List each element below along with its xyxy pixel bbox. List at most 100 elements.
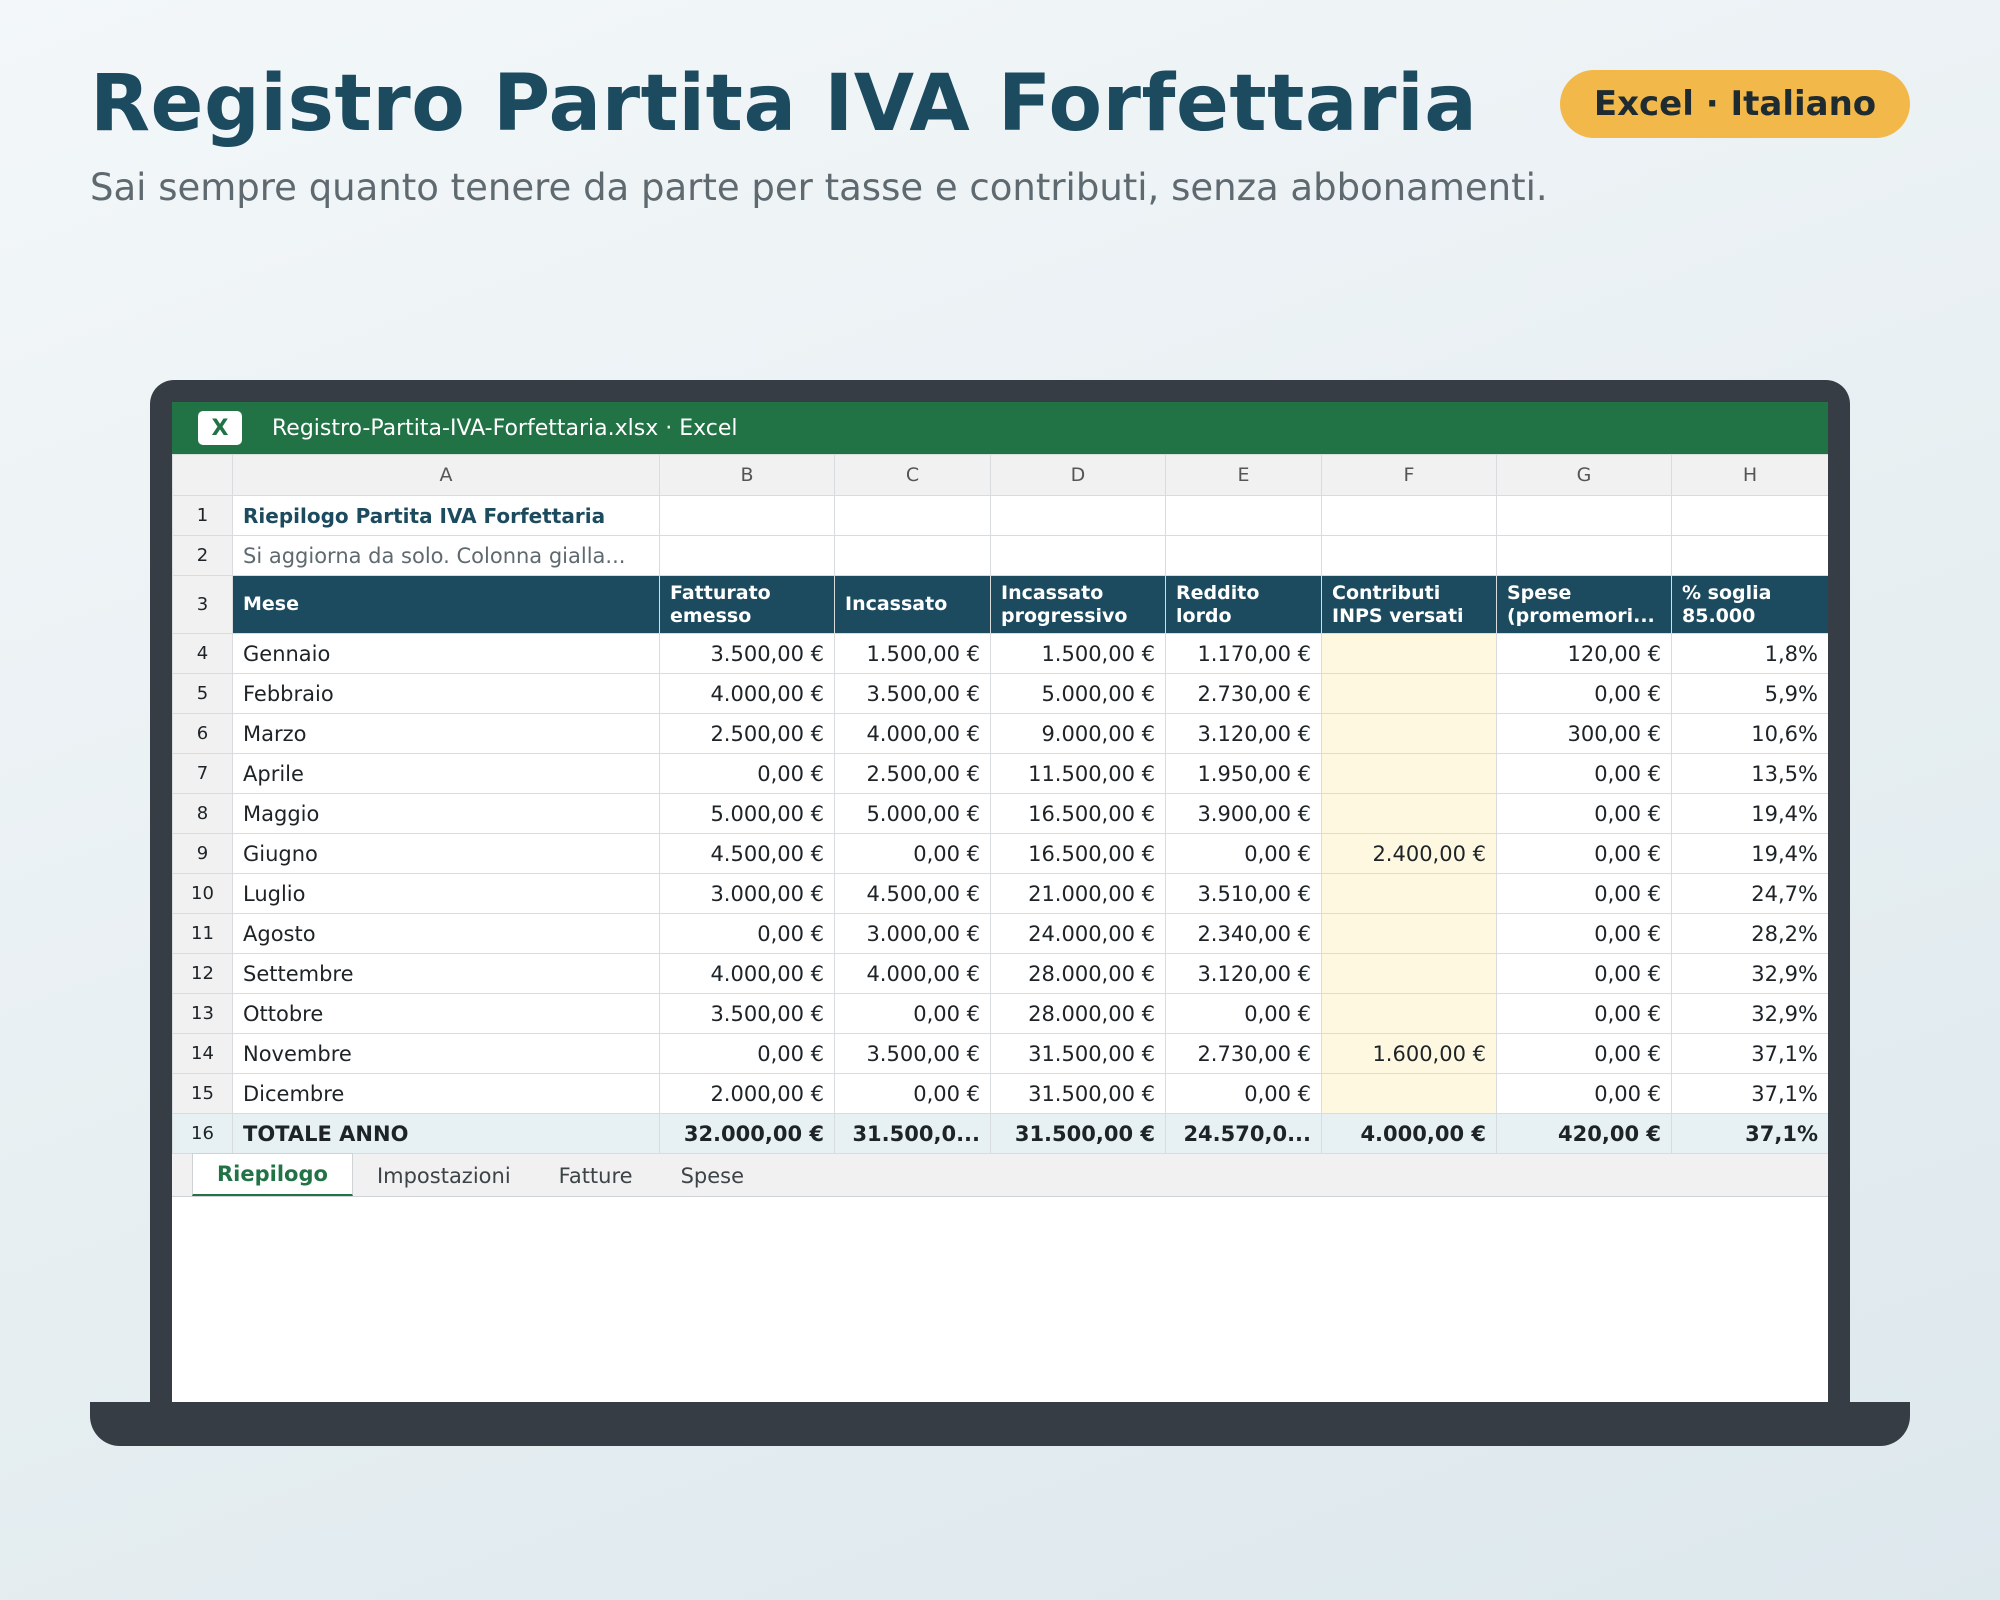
value-cell[interactable]: 4.000,00 € xyxy=(834,953,991,994)
column-header-f[interactable]: F xyxy=(1321,454,1497,496)
value-cell[interactable]: 0,00 € xyxy=(659,913,835,954)
value-cell[interactable]: 2.730,00 € xyxy=(1165,1033,1322,1074)
value-cell[interactable]: 1.500,00 € xyxy=(990,633,1166,674)
value-cell[interactable]: 0,00 € xyxy=(1496,1073,1672,1114)
header-cell[interactable]: Contributi INPS versati xyxy=(1321,575,1497,634)
value-cell[interactable]: 3.120,00 € xyxy=(1165,713,1322,754)
value-cell[interactable]: 5,9% xyxy=(1671,673,1828,714)
value-cell[interactable]: 2.400,00 € xyxy=(1321,833,1497,874)
value-cell[interactable]: 0,00 € xyxy=(1165,993,1322,1034)
column-header-h[interactable]: H xyxy=(1671,454,1828,496)
cell[interactable] xyxy=(1321,495,1497,536)
total-value-cell[interactable]: 32.000,00 € xyxy=(659,1113,835,1154)
value-cell[interactable] xyxy=(1321,753,1497,794)
month-cell[interactable]: Dicembre xyxy=(232,1073,660,1114)
month-cell[interactable]: Novembre xyxy=(232,1033,660,1074)
cell[interactable] xyxy=(1671,535,1828,576)
value-cell[interactable]: 0,00 € xyxy=(1496,793,1672,834)
value-cell[interactable]: 0,00 € xyxy=(834,833,991,874)
row-number[interactable]: 3 xyxy=(172,575,233,634)
value-cell[interactable]: 1,8% xyxy=(1671,633,1828,674)
value-cell[interactable]: 2.500,00 € xyxy=(834,753,991,794)
value-cell[interactable]: 0,00 € xyxy=(834,993,991,1034)
value-cell[interactable]: 0,00 € xyxy=(1496,833,1672,874)
sheet-note-cell[interactable]: Si aggiorna da solo. Colonna gialla... xyxy=(232,535,660,576)
month-cell[interactable]: Gennaio xyxy=(232,633,660,674)
value-cell[interactable]: 1.500,00 € xyxy=(834,633,991,674)
value-cell[interactable]: 0,00 € xyxy=(1496,1033,1672,1074)
column-header-d[interactable]: D xyxy=(990,454,1166,496)
header-cell[interactable]: Incassato xyxy=(834,575,991,634)
value-cell[interactable]: 0,00 € xyxy=(659,753,835,794)
total-value-cell[interactable]: 420,00 € xyxy=(1496,1113,1672,1154)
value-cell[interactable]: 3.500,00 € xyxy=(834,1033,991,1074)
cell[interactable] xyxy=(1671,495,1828,536)
row-number[interactable]: 16 xyxy=(172,1113,233,1154)
value-cell[interactable]: 37,1% xyxy=(1671,1073,1828,1114)
value-cell[interactable]: 9.000,00 € xyxy=(990,713,1166,754)
month-cell[interactable]: Maggio xyxy=(232,793,660,834)
value-cell[interactable]: 28.000,00 € xyxy=(990,953,1166,994)
value-cell[interactable]: 2.000,00 € xyxy=(659,1073,835,1114)
total-value-cell[interactable]: 31.500,00 € xyxy=(990,1113,1166,1154)
column-header-c[interactable]: C xyxy=(834,454,991,496)
row-number[interactable]: 1 xyxy=(172,495,233,536)
cell[interactable] xyxy=(659,495,835,536)
value-cell[interactable]: 24.000,00 € xyxy=(990,913,1166,954)
value-cell[interactable]: 28,2% xyxy=(1671,913,1828,954)
value-cell[interactable] xyxy=(1321,993,1497,1034)
month-cell[interactable]: Aprile xyxy=(232,753,660,794)
value-cell[interactable]: 19,4% xyxy=(1671,793,1828,834)
value-cell[interactable]: 10,6% xyxy=(1671,713,1828,754)
value-cell[interactable]: 1.950,00 € xyxy=(1165,753,1322,794)
value-cell[interactable]: 0,00 € xyxy=(1165,833,1322,874)
cell[interactable] xyxy=(659,535,835,576)
month-cell[interactable]: Giugno xyxy=(232,833,660,874)
row-number[interactable]: 11 xyxy=(172,913,233,954)
cell[interactable] xyxy=(1496,495,1672,536)
header-cell[interactable]: Fatturato emesso xyxy=(659,575,835,634)
row-number[interactable]: 9 xyxy=(172,833,233,874)
value-cell[interactable]: 5.000,00 € xyxy=(990,673,1166,714)
select-all-corner[interactable] xyxy=(172,454,233,496)
value-cell[interactable]: 3.120,00 € xyxy=(1165,953,1322,994)
value-cell[interactable]: 19,4% xyxy=(1671,833,1828,874)
tab-impostazioni[interactable]: Impostazioni xyxy=(353,1156,535,1196)
value-cell[interactable]: 1.600,00 € xyxy=(1321,1033,1497,1074)
value-cell[interactable]: 0,00 € xyxy=(1496,953,1672,994)
value-cell[interactable]: 0,00 € xyxy=(834,1073,991,1114)
row-number[interactable]: 7 xyxy=(172,753,233,794)
month-cell[interactable]: Luglio xyxy=(232,873,660,914)
value-cell[interactable]: 4.500,00 € xyxy=(659,833,835,874)
header-cell[interactable]: Spese (promemori... xyxy=(1496,575,1672,634)
value-cell[interactable] xyxy=(1321,633,1497,674)
value-cell[interactable]: 0,00 € xyxy=(1496,873,1672,914)
cell[interactable] xyxy=(1165,495,1322,536)
row-number[interactable]: 15 xyxy=(172,1073,233,1114)
value-cell[interactable]: 0,00 € xyxy=(659,1033,835,1074)
value-cell[interactable]: 3.500,00 € xyxy=(659,993,835,1034)
value-cell[interactable]: 3.500,00 € xyxy=(834,673,991,714)
month-cell[interactable]: Febbraio xyxy=(232,673,660,714)
value-cell[interactable]: 5.000,00 € xyxy=(834,793,991,834)
row-number[interactable]: 8 xyxy=(172,793,233,834)
cell[interactable] xyxy=(1496,535,1672,576)
value-cell[interactable]: 4.500,00 € xyxy=(834,873,991,914)
total-value-cell[interactable]: 4.000,00 € xyxy=(1321,1113,1497,1154)
value-cell[interactable]: 28.000,00 € xyxy=(990,993,1166,1034)
row-number[interactable]: 4 xyxy=(172,633,233,674)
value-cell[interactable] xyxy=(1321,1073,1497,1114)
sheet-title-cell[interactable]: Riepilogo Partita IVA Forfettaria xyxy=(232,495,660,536)
value-cell[interactable]: 3.000,00 € xyxy=(834,913,991,954)
cell[interactable] xyxy=(834,495,991,536)
cell[interactable] xyxy=(834,535,991,576)
row-number[interactable]: 13 xyxy=(172,993,233,1034)
value-cell[interactable]: 4.000,00 € xyxy=(659,673,835,714)
value-cell[interactable]: 3.500,00 € xyxy=(659,633,835,674)
header-cell[interactable]: Mese xyxy=(232,575,660,634)
tab-spese[interactable]: Spese xyxy=(657,1156,768,1196)
header-cell[interactable]: Incassato progressivo xyxy=(990,575,1166,634)
value-cell[interactable]: 0,00 € xyxy=(1496,913,1672,954)
value-cell[interactable] xyxy=(1321,913,1497,954)
row-number[interactable]: 2 xyxy=(172,535,233,576)
